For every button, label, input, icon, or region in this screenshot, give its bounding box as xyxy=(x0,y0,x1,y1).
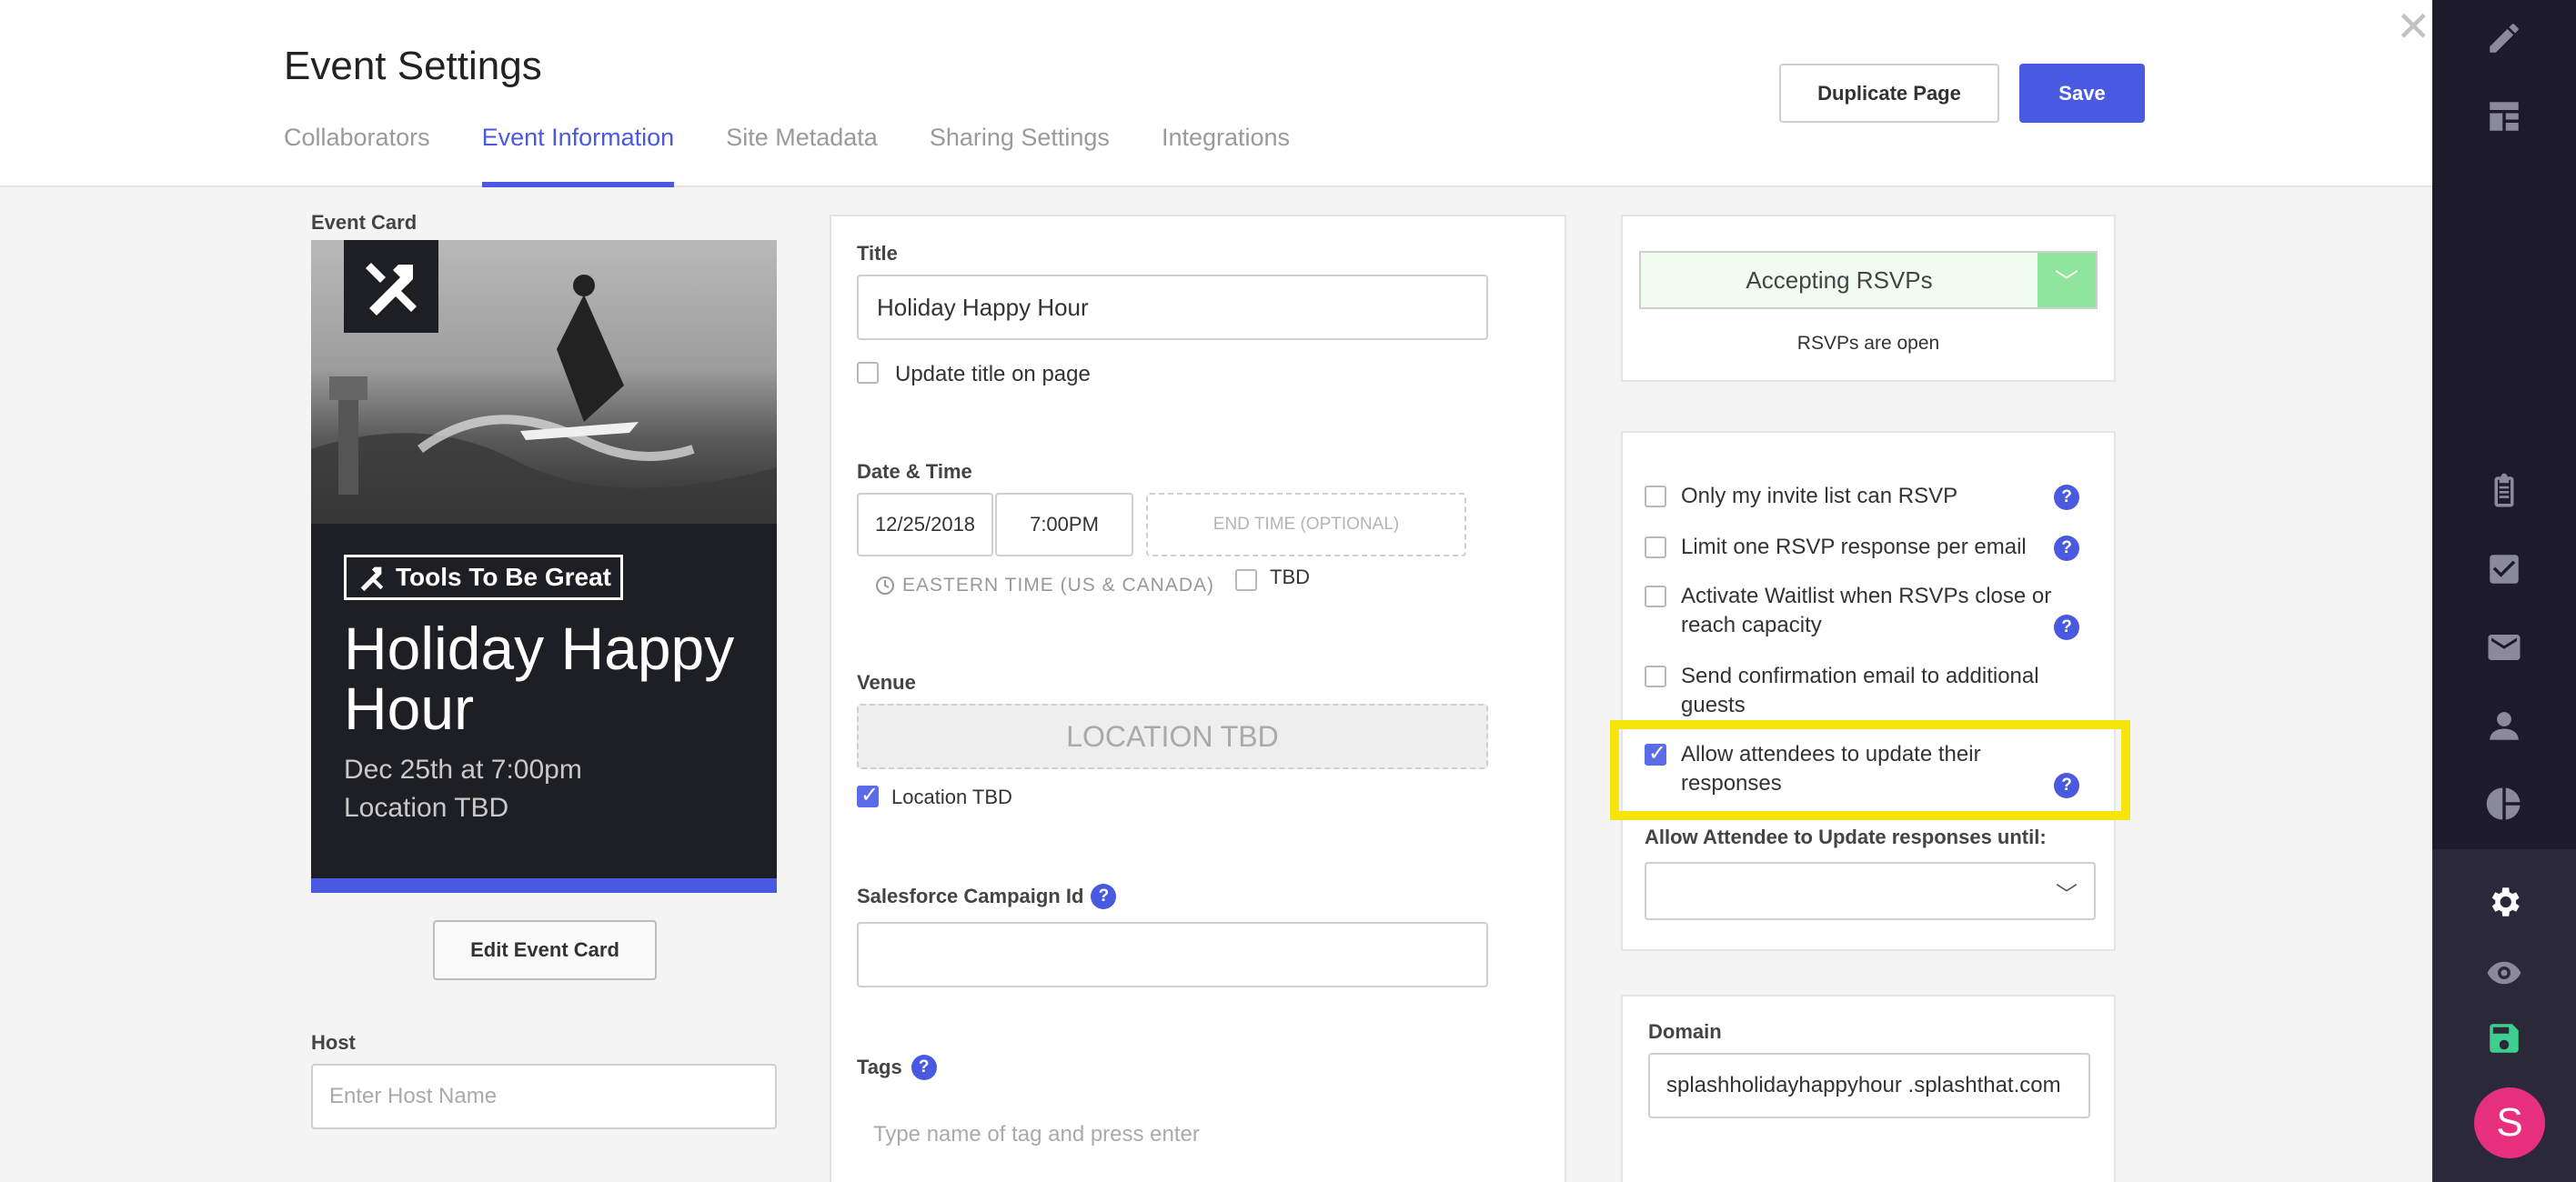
page-title: Event Settings xyxy=(284,44,542,88)
tools-logo-icon xyxy=(344,240,438,333)
update-title-label: Update title on page xyxy=(895,362,1091,386)
tags-label-row: Tags ? xyxy=(857,1055,937,1080)
domain-input[interactable]: splashholidayhappyhour .splashthat.com xyxy=(1648,1053,2090,1118)
gear-icon[interactable] xyxy=(2432,875,2576,929)
invite-only-help-icon[interactable]: ? xyxy=(2054,485,2079,510)
person-icon[interactable] xyxy=(2432,698,2576,753)
save-button[interactable]: Save xyxy=(2019,64,2145,123)
venue-label: Venue xyxy=(857,671,916,694)
event-card-preview: Tools To Be Great Holiday Happy Hour Dec… xyxy=(311,240,777,893)
mail-icon[interactable] xyxy=(2432,620,2576,675)
highlight-box xyxy=(1610,720,2130,820)
end-time-field[interactable]: END TIME (OPTIONAL) xyxy=(1146,493,1466,556)
clock-icon xyxy=(876,576,894,595)
save-disk-icon[interactable] xyxy=(2432,1011,2576,1066)
waitlist-help-icon[interactable]: ? xyxy=(2054,615,2079,640)
duplicate-page-button[interactable]: Duplicate Page xyxy=(1779,64,1999,123)
limit-one-rsvp-help-icon[interactable]: ? xyxy=(2054,536,2079,561)
card-event-title: Holiday Happy Hour xyxy=(344,615,735,742)
pencil-icon[interactable] xyxy=(2432,11,2576,65)
tab-event-information[interactable]: Event Information xyxy=(481,124,674,187)
update-title-checkbox[interactable] xyxy=(857,362,879,384)
time-field[interactable]: 7:00PM xyxy=(995,493,1133,556)
venue-field[interactable]: LOCATION TBD xyxy=(857,704,1488,769)
pie-chart-icon[interactable] xyxy=(2432,776,2576,831)
brand-badge: Tools To Be Great xyxy=(344,555,623,600)
confirmation-email-label: Send confirmation email to additional gu… xyxy=(1681,664,2039,717)
brand-name: Tools To Be Great xyxy=(396,563,611,591)
clipboard-icon[interactable] xyxy=(2432,464,2576,518)
timezone-text: EASTERN TIME (US & CANADA) xyxy=(902,575,1214,596)
card-accent-bar xyxy=(311,878,777,893)
avatar[interactable]: S xyxy=(2474,1087,2545,1158)
rsvp-status-value: Accepting RSVPs xyxy=(1746,265,1933,294)
salesforce-campaign-input[interactable] xyxy=(857,922,1488,987)
tab-sharing-settings[interactable]: Sharing Settings xyxy=(930,124,1110,187)
salesforce-help-icon[interactable]: ? xyxy=(1091,884,1117,909)
tags-input[interactable]: Type name of tag and press enter xyxy=(873,1122,1200,1147)
tbd-checkbox[interactable] xyxy=(1235,569,1257,591)
title-label: Title xyxy=(857,242,898,265)
settings-tabs: Collaborators Event Information Site Met… xyxy=(284,124,1342,187)
update-until-label: Allow Attendee to Update responses until… xyxy=(1645,826,2047,848)
rsvp-status-text: RSVPs are open xyxy=(1796,333,1940,354)
timezone-selector[interactable]: EASTERN TIME (US & CANADA) xyxy=(875,575,1214,596)
checkbox-icon[interactable] xyxy=(2432,542,2576,596)
event-card-label: Event Card xyxy=(311,211,418,234)
eye-icon[interactable] xyxy=(2432,946,2576,1000)
location-tbd-checkbox[interactable] xyxy=(857,782,879,808)
page-header: Event Settings Collaborators Event Infor… xyxy=(0,0,2432,187)
edit-event-card-button[interactable]: Edit Event Card xyxy=(433,920,657,980)
confirmation-email-checkbox[interactable] xyxy=(1645,666,1666,687)
host-label: Host xyxy=(311,1031,356,1054)
event-details-panel xyxy=(830,215,1566,1182)
salesforce-label: Salesforce Campaign Id xyxy=(857,885,1084,907)
close-icon[interactable]: ✕ xyxy=(2396,2,2431,51)
limit-one-rsvp-label: Limit one RSVP response per email xyxy=(1681,535,2027,559)
tbd-label: TBD xyxy=(1270,566,1310,588)
invite-only-label: Only my invite list can RSVP xyxy=(1681,484,1958,508)
update-until-select[interactable]: ﹀ xyxy=(1645,862,2096,920)
chevron-down-icon: ﹀ xyxy=(2038,253,2096,307)
layout-icon[interactable] xyxy=(2432,89,2576,144)
invite-only-checkbox[interactable] xyxy=(1645,486,1666,507)
date-time-label: Date & Time xyxy=(857,460,972,483)
tags-label: Tags xyxy=(857,1056,902,1078)
rsvp-status-select[interactable]: Accepting RSVPs ﹀ xyxy=(1639,251,2098,309)
tools-icon xyxy=(360,566,384,592)
waitlist-checkbox[interactable] xyxy=(1645,586,1666,607)
chevron-down-icon: ﹀ xyxy=(2056,883,2078,907)
location-tbd-label: Location TBD xyxy=(891,786,1012,808)
card-event-location: Location TBD xyxy=(344,793,509,823)
domain-label: Domain xyxy=(1648,1020,1722,1043)
tags-help-icon[interactable]: ? xyxy=(911,1055,937,1080)
tab-integrations[interactable]: Integrations xyxy=(1162,124,1290,187)
card-event-date: Dec 25th at 7:00pm xyxy=(344,755,582,785)
host-input[interactable] xyxy=(311,1064,777,1129)
tab-site-metadata[interactable]: Site Metadata xyxy=(726,124,878,187)
salesforce-label-row: Salesforce Campaign Id ? xyxy=(857,884,1117,909)
waitlist-label: Activate Waitlist when RSVPs close or re… xyxy=(1681,584,2052,637)
right-sidebar xyxy=(2432,0,2576,1182)
title-input[interactable] xyxy=(857,275,1488,340)
date-field[interactable]: 12/25/2018 xyxy=(857,493,993,556)
limit-one-rsvp-checkbox[interactable] xyxy=(1645,536,1666,558)
tab-collaborators[interactable]: Collaborators xyxy=(284,124,430,187)
